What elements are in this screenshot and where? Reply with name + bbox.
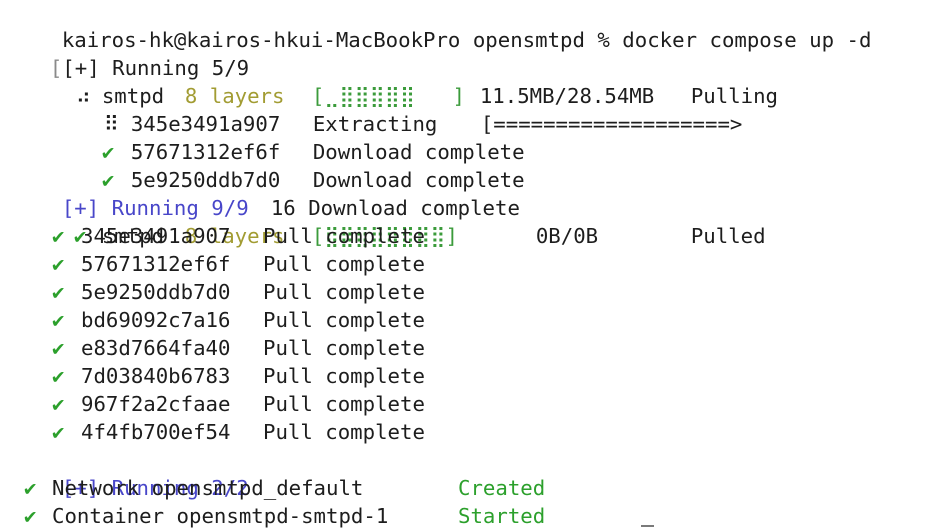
layer-row: ✔ bbox=[52, 334, 64, 362]
layer-status-cell: Pull complete bbox=[263, 362, 425, 390]
checkmark-icon: ✔ bbox=[24, 476, 37, 500]
layer-id-cell: e83d7664fa40 bbox=[81, 334, 230, 362]
resource-name-cell: Network opensmtpd_default bbox=[52, 474, 363, 502]
terminal-window[interactable]: kairos-hk@kairos-hkui-MacBookPro opensmt… bbox=[0, 0, 938, 530]
layer-id-cell: 345e3491a907 bbox=[81, 222, 230, 250]
status-text: Pull complete bbox=[263, 364, 425, 388]
layer-row: ✔ bbox=[52, 418, 64, 446]
layer-id-cell: 7d03840b6783 bbox=[81, 362, 230, 390]
layer-id-cell: bd69092c7a16 bbox=[81, 306, 230, 334]
layer-id: e83d7664fa40 bbox=[81, 336, 231, 360]
pulling-status: Pulling bbox=[641, 54, 778, 108]
command-prompt: kairos-hk@kairos-hkui-MacBookPro opensmt… bbox=[12, 0, 872, 52]
status-text: Started bbox=[458, 504, 546, 528]
pulling-size: 11.5MB/28.54MB bbox=[430, 54, 654, 108]
layer-status-cell: Pull complete bbox=[263, 334, 425, 362]
status-text: Pull complete bbox=[263, 280, 425, 304]
resource-status-cell: Started bbox=[458, 502, 545, 530]
status-text: Pull complete bbox=[263, 308, 425, 332]
status-text: Pull complete bbox=[263, 336, 425, 360]
status-text: Pull complete bbox=[263, 252, 425, 276]
layer-row: ✔ bbox=[52, 278, 64, 306]
download-status: Download complete bbox=[263, 138, 525, 192]
resource-row: ✔ bbox=[24, 502, 36, 530]
layer-id: 57671312ef6f bbox=[81, 252, 231, 276]
pulled-status: Pulled bbox=[641, 194, 766, 248]
layer-status-cell: Pull complete bbox=[263, 222, 425, 250]
checkmark-icon: ✔ bbox=[52, 252, 65, 276]
layer-row: ✔ bbox=[52, 362, 64, 390]
layer-status-cell: Pull complete bbox=[263, 250, 425, 278]
running-status-2: [+] Running 9/9 bbox=[12, 166, 249, 220]
status-text: Created bbox=[458, 476, 546, 500]
layer-row: ✔ bbox=[52, 250, 64, 278]
layer-id: 4f4fb700ef54 bbox=[81, 420, 231, 444]
checkmark-icon: ✔ bbox=[24, 504, 37, 528]
overlapped-download: 16 Download complete bbox=[221, 166, 520, 220]
resource-name: Network opensmtpd_default bbox=[52, 476, 364, 500]
extracting-status: Extracting bbox=[263, 82, 438, 136]
status-text: Pull complete bbox=[263, 392, 425, 416]
resource-status-cell: Created bbox=[458, 474, 545, 502]
running-status-1: [[+] Running 5/9 bbox=[0, 26, 249, 80]
layer-row: ✔ bbox=[52, 390, 64, 418]
download-size: 0B/0B bbox=[535, 224, 599, 248]
layer-status-cell: Pull complete bbox=[263, 418, 425, 446]
layer-row: ✔ bbox=[52, 222, 64, 250]
download-layer: 5e9250ddb7d0 bbox=[81, 138, 280, 192]
status-text: Pull complete bbox=[263, 420, 425, 444]
checkmark-icon: ✔ bbox=[52, 336, 65, 360]
layer-id-cell: 967f2a2cfaae bbox=[81, 390, 230, 418]
extracting-progress: [===================> bbox=[431, 82, 743, 136]
resource-name: Container opensmtpd-smtpd-1 bbox=[52, 504, 389, 528]
download-layer: 57671312ef6f bbox=[81, 110, 280, 164]
checkmark-icon: ✔ bbox=[52, 392, 65, 416]
pulled-progress-bar: [⣿⣿⣿⣿⣿⣿⣿⣿] bbox=[262, 194, 458, 248]
pulled-size: 0B/0B bbox=[486, 194, 598, 248]
layer-id-cell: 57671312ef6f bbox=[81, 250, 230, 278]
checkmark-icon: ✔ bbox=[52, 224, 65, 248]
checkmark-icon: ✔ bbox=[52, 420, 65, 444]
layer-id: bd69092c7a16 bbox=[81, 308, 231, 332]
layer-row: ✔ bbox=[52, 306, 64, 334]
resource-name-cell: Container opensmtpd-smtpd-1 bbox=[52, 502, 388, 530]
checkmark-icon: ✔ bbox=[52, 308, 65, 332]
layer-status-cell: Pull complete bbox=[263, 278, 425, 306]
terminal-cursor bbox=[641, 525, 654, 527]
layer-id: 345e3491a907 bbox=[81, 224, 231, 248]
layer-id-cell: 5e9250ddb7d0 bbox=[81, 278, 230, 306]
status-text: Pull complete bbox=[263, 224, 425, 248]
download-status: Download complete bbox=[263, 110, 525, 164]
checkmark-icon: ✔ bbox=[52, 364, 65, 388]
layer-id: 5e9250ddb7d0 bbox=[81, 280, 231, 304]
checkmark-icon: ✔ bbox=[52, 280, 65, 304]
resource-row: ✔ bbox=[24, 474, 36, 502]
status-text: Pulled bbox=[690, 224, 766, 248]
layer-id-cell: 4f4fb700ef54 bbox=[81, 418, 230, 446]
extracting-layer-id: 345e3491a907 bbox=[81, 82, 280, 136]
running-status-3: [+] Running 2/2 bbox=[12, 446, 249, 500]
layer-id: 7d03840b6783 bbox=[81, 364, 231, 388]
layer-id: 967f2a2cfaae bbox=[81, 392, 231, 416]
layer-status-cell: Pull complete bbox=[263, 306, 425, 334]
layer-status-cell: Pull complete bbox=[263, 390, 425, 418]
